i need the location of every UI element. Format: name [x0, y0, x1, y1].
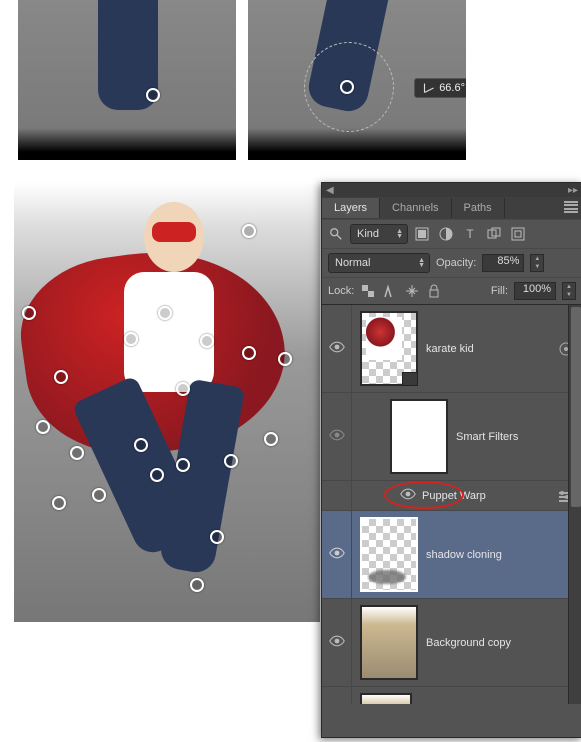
example-image-after: 66.6° [248, 0, 466, 160]
visibility-toggle-icon[interactable] [329, 341, 345, 356]
search-icon [328, 226, 344, 242]
opacity-label: Opacity: [436, 257, 476, 269]
lock-label: Lock: [328, 285, 354, 297]
angle-readout: 66.6° [414, 78, 466, 98]
opacity-stepper[interactable]: ▲▼ [530, 254, 544, 272]
layer-row-background-copy[interactable]: Background copy [322, 599, 581, 687]
fill-input[interactable]: 100% [514, 282, 556, 300]
canvas-image[interactable] [14, 182, 320, 622]
visibility-toggle-icon[interactable] [329, 429, 345, 444]
filter-smartobject-icon[interactable] [510, 226, 526, 242]
fill-label: Fill: [491, 285, 508, 297]
layer-thumbnail [360, 693, 412, 704]
tab-channels[interactable]: Channels [380, 198, 451, 218]
lock-position-icon[interactable] [404, 283, 420, 299]
opacity-input[interactable]: 85% [482, 254, 524, 272]
visibility-toggle-icon[interactable] [329, 635, 345, 650]
visibility-toggle-icon[interactable] [329, 547, 345, 562]
tab-paths[interactable]: Paths [452, 198, 505, 218]
layer-row-shadow-cloning[interactable]: shadow cloning [322, 511, 581, 599]
angle-value: 66.6° [439, 82, 465, 94]
layer-row-background[interactable]: Background [322, 687, 581, 704]
filter-type-value: Kind [357, 228, 379, 240]
layer-thumbnail [360, 311, 418, 386]
layers-scrollbar[interactable] [568, 305, 581, 704]
filter-shape-icon[interactable] [486, 226, 502, 242]
blend-mode-value: Normal [335, 257, 370, 269]
layer-name: shadow cloning [426, 549, 502, 561]
layer-name: Smart Filters [456, 431, 518, 443]
filter-type-select[interactable]: Kind ▲▼ [350, 224, 408, 244]
filter-adjustment-icon[interactable] [438, 226, 454, 242]
layer-thumbnail [360, 517, 418, 592]
lock-transparency-icon[interactable] [360, 283, 376, 299]
example-image-before [18, 0, 236, 160]
layer-row-smart-filters[interactable]: Smart Filters [322, 393, 581, 481]
panel-close-icon[interactable]: ◀ [326, 185, 334, 196]
lock-pixels-icon[interactable] [382, 283, 398, 299]
layer-row-puppet-warp[interactable]: Puppet Warp [322, 481, 581, 511]
lock-all-icon[interactable] [426, 283, 442, 299]
filter-type-text-icon[interactable]: T [462, 226, 478, 242]
layer-name: Background copy [426, 637, 511, 649]
layers-panel: ◀ ▸▸ Layers Channels Paths Kind ▲▼ T Nor… [321, 182, 581, 738]
blend-mode-select[interactable]: Normal ▲▼ [328, 253, 430, 273]
layer-row-karate-kid[interactable]: karate kid [322, 305, 581, 393]
layer-thumbnail [360, 605, 418, 680]
layer-name: karate kid [426, 343, 474, 355]
filter-name: Puppet Warp [422, 490, 486, 502]
panel-menu-icon[interactable] [564, 201, 578, 213]
panel-collapse-icon[interactable]: ▸▸ [568, 185, 578, 196]
fill-stepper[interactable]: ▲▼ [562, 282, 576, 300]
filter-pixel-icon[interactable] [414, 226, 430, 242]
filter-mask-thumbnail [390, 399, 448, 474]
tab-layers[interactable]: Layers [322, 198, 380, 218]
visibility-toggle-icon[interactable] [400, 488, 416, 503]
